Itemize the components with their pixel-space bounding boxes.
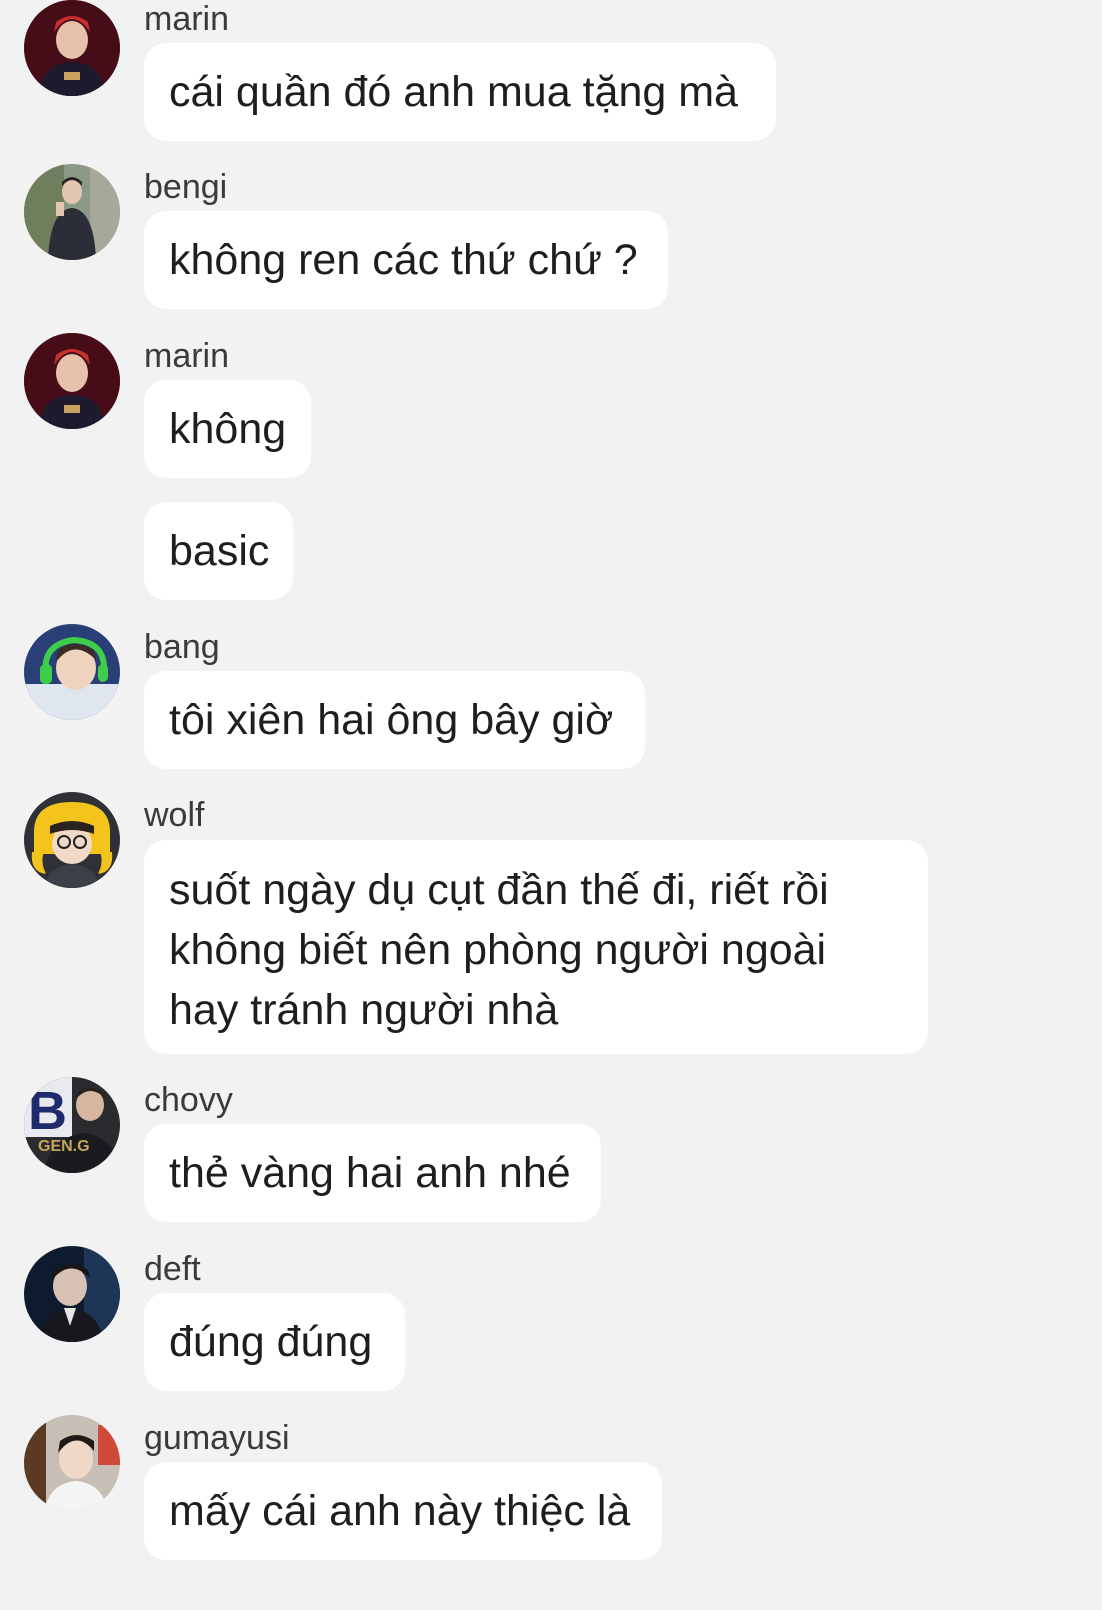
sender-name[interactable]: marin	[144, 0, 229, 38]
sender-name[interactable]: chovy	[144, 1081, 233, 1119]
message-bubble[interactable]: tôi xiên hai ông bây giờ	[144, 671, 645, 769]
avatar-chovy-label: GEN.G	[38, 1138, 90, 1155]
avatar-bengi-icon[interactable]	[24, 164, 120, 260]
sender-name[interactable]: marin	[144, 337, 229, 375]
message-text-line: suốt ngày dụ cụt đần thế đi, riết rồi	[169, 866, 829, 914]
message-text: cái quần đó anh mua tặng mà	[169, 68, 738, 116]
message-text: thẻ vàng hai anh nhé	[169, 1149, 571, 1197]
message-bubble[interactable]: thẻ vàng hai anh nhé	[144, 1124, 601, 1222]
message-bubble[interactable]: basic	[144, 502, 293, 600]
svg-text:B: B	[28, 1081, 67, 1141]
sender-name[interactable]: gumayusi	[144, 1419, 290, 1457]
message-text: basic	[169, 527, 270, 575]
avatar-marin-icon[interactable]	[24, 0, 120, 96]
message-text-line: không biết nên phòng người ngoài	[169, 926, 827, 974]
message-text: tôi xiên hai ông bây giờ	[169, 696, 614, 744]
sender-name[interactable]: wolf	[144, 796, 204, 834]
message-text: đúng đúng	[169, 1318, 373, 1366]
message-text: không	[169, 405, 287, 453]
message-bubble[interactable]: suốt ngày dụ cụt đần thế đi, riết rồi kh…	[144, 840, 928, 1054]
sender-name[interactable]: bang	[144, 628, 220, 666]
message-bubble[interactable]: không	[144, 380, 311, 478]
message-text-line: hay tránh người nhà	[169, 986, 559, 1034]
sender-name[interactable]: deft	[144, 1250, 201, 1288]
avatar-chovy-icon[interactable]: B GEN.G	[24, 1077, 120, 1173]
message-text: mấy cái anh này thiệc là	[169, 1487, 631, 1535]
avatar-marin-icon[interactable]	[24, 333, 120, 429]
sender-name[interactable]: bengi	[144, 168, 227, 206]
avatar-deft-icon[interactable]	[24, 1246, 120, 1342]
avatar-bang-icon[interactable]	[24, 624, 120, 720]
message-bubble[interactable]: đúng đúng	[144, 1293, 405, 1391]
avatar-gumayusi-icon[interactable]	[24, 1415, 120, 1511]
message-bubble[interactable]: cái quần đó anh mua tặng mà	[144, 43, 776, 141]
avatar-wolf-icon[interactable]	[24, 792, 120, 888]
message-text: không ren các thứ chứ ?	[169, 236, 638, 284]
chat-thread: marin cái quần đó anh mua tặng mà bengi …	[0, 0, 1102, 1610]
message-bubble[interactable]: không ren các thứ chứ ?	[144, 211, 668, 309]
message-bubble[interactable]: mấy cái anh này thiệc là	[144, 1462, 662, 1560]
